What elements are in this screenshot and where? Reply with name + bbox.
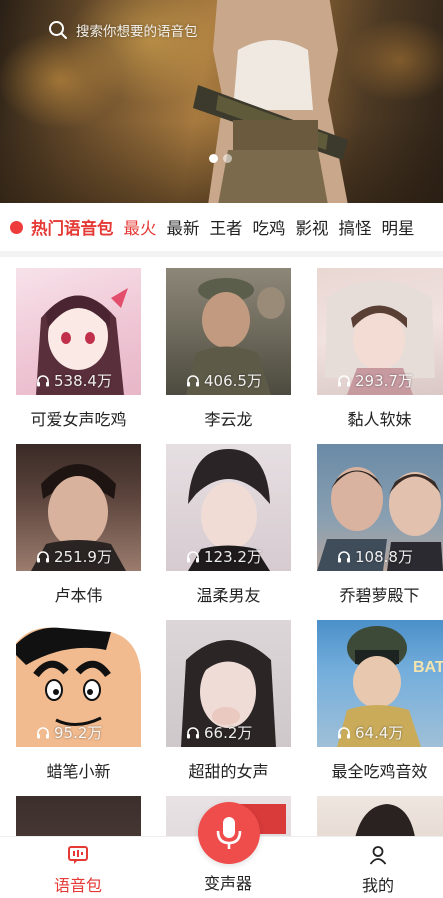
banner-character-image bbox=[193, 0, 348, 203]
play-count-value: 95.2万 bbox=[54, 724, 103, 742]
voice-pack-card[interactable]: 538.4万 可爱女声吃鸡 bbox=[16, 268, 141, 430]
carousel-dot bbox=[223, 154, 232, 163]
play-count-value: 123.2万 bbox=[204, 548, 262, 566]
voice-pack-title: 蜡笔小新 bbox=[46, 762, 111, 781]
nav-voice-pack[interactable]: 语音包 bbox=[33, 845, 123, 896]
nav-voice-pack-label: 语音包 bbox=[53, 876, 102, 895]
play-count-value: 406.5万 bbox=[204, 372, 262, 390]
tab-hottest[interactable]: 最火 bbox=[124, 215, 157, 239]
voice-pack-title: 可爱女声吃鸡 bbox=[30, 410, 127, 429]
voice-pack-card[interactable]: 108.8万 乔碧萝殿下 bbox=[317, 444, 443, 606]
headphones-icon bbox=[338, 375, 350, 387]
banner-carousel[interactable]: 搜索你想要的语音包 bbox=[0, 0, 443, 203]
section-divider bbox=[0, 251, 443, 257]
voice-pack-card[interactable]: 251.9万 卢本伟 bbox=[16, 444, 141, 606]
tab-celebrity[interactable]: 明星 bbox=[382, 215, 415, 239]
voice-pack-title: 卢本伟 bbox=[54, 586, 103, 605]
voice-pack-thumbnail: BATT 64.4万 bbox=[317, 620, 443, 747]
person-icon bbox=[369, 846, 387, 865]
headphones-icon bbox=[338, 727, 350, 739]
play-count: 538.4万 bbox=[36, 370, 112, 391]
voice-pack-title: 超甜的女声 bbox=[188, 762, 269, 781]
voice-pack-card[interactable]: BATT 64.4万 最全吃鸡音效 bbox=[317, 620, 443, 782]
voice-pack-card[interactable]: 66.2万 超甜的女声 bbox=[166, 620, 291, 782]
voice-pack-thumbnail: 406.5万 bbox=[166, 268, 291, 395]
play-count: 406.5万 bbox=[186, 370, 262, 391]
play-count: 95.2万 bbox=[36, 722, 102, 743]
svg-text:BATT: BATT bbox=[413, 659, 443, 676]
tab-newest[interactable]: 最新 bbox=[167, 215, 200, 239]
voice-pack-title: 李云龙 bbox=[204, 410, 253, 429]
search-icon bbox=[49, 21, 67, 39]
voice-changer-mic-button[interactable] bbox=[198, 802, 260, 864]
headphones-icon bbox=[187, 375, 199, 387]
voice-pack-thumbnail: 108.8万 bbox=[317, 444, 443, 571]
headphones-icon bbox=[187, 727, 199, 739]
carousel-dot-active bbox=[209, 154, 218, 163]
headphones-icon bbox=[37, 727, 49, 739]
nav-voice-changer[interactable]: 变声器 bbox=[183, 867, 273, 894]
voice-pack-card[interactable]: 406.5万 李云龙 bbox=[166, 268, 291, 430]
voice-pack-thumbnail: 293.7万 bbox=[317, 268, 443, 395]
nav-mine-label: 我的 bbox=[361, 876, 394, 895]
voice-pack-icon bbox=[68, 846, 88, 864]
category-tab-bar: 热门语音包 最火 最新 王者 吃鸡 影视 搞怪 明星 bbox=[0, 203, 443, 251]
play-count: 108.8万 bbox=[337, 546, 413, 567]
play-count: 251.9万 bbox=[36, 546, 112, 567]
headphones-icon bbox=[37, 551, 49, 563]
voice-pack-card[interactable]: 95.2万 蜡笔小新 bbox=[16, 620, 141, 782]
voice-pack-card[interactable]: 293.7万 黏人软妹 bbox=[317, 268, 443, 430]
tab-film[interactable]: 影视 bbox=[296, 215, 329, 239]
hot-voice-packs-label: 热门语音包 bbox=[31, 219, 114, 238]
headphones-icon bbox=[187, 551, 199, 563]
voice-pack-card[interactable]: 123.2万 温柔男友 bbox=[166, 444, 291, 606]
search-bar[interactable]: 搜索你想要的语音包 bbox=[48, 18, 198, 42]
search-placeholder: 搜索你想要的语音包 bbox=[76, 24, 198, 40]
play-count: 123.2万 bbox=[186, 546, 262, 567]
microphone-icon bbox=[216, 817, 242, 849]
tab-honor-of-kings[interactable]: 王者 bbox=[210, 215, 243, 239]
tab-pubg[interactable]: 吃鸡 bbox=[253, 215, 286, 239]
play-count: 293.7万 bbox=[337, 370, 413, 391]
headphones-icon bbox=[338, 551, 350, 563]
carousel-indicator bbox=[209, 154, 232, 163]
play-count-value: 293.7万 bbox=[355, 372, 413, 390]
voice-pack-thumbnail: 538.4万 bbox=[16, 268, 141, 395]
nav-voice-changer-label: 变声器 bbox=[203, 874, 252, 893]
hot-indicator-dot bbox=[10, 220, 23, 234]
play-count-value: 108.8万 bbox=[355, 548, 413, 566]
play-count: 64.4万 bbox=[337, 722, 403, 743]
voice-pack-thumbnail: 251.9万 bbox=[16, 444, 141, 571]
voice-pack-thumbnail: 123.2万 bbox=[166, 444, 291, 571]
play-count: 66.2万 bbox=[186, 722, 252, 743]
voice-pack-title: 乔碧萝殿下 bbox=[339, 586, 420, 605]
voice-pack-thumbnail: 95.2万 bbox=[16, 620, 141, 747]
play-count-value: 64.4万 bbox=[355, 724, 404, 742]
headphones-icon bbox=[37, 375, 49, 387]
tab-funny[interactable]: 搞怪 bbox=[339, 215, 372, 239]
voice-pack-title: 温柔男友 bbox=[196, 586, 261, 605]
voice-pack-thumbnail: 66.2万 bbox=[166, 620, 291, 747]
play-count-value: 66.2万 bbox=[204, 724, 253, 742]
voice-pack-title: 最全吃鸡音效 bbox=[331, 762, 428, 781]
nav-mine[interactable]: 我的 bbox=[333, 845, 423, 896]
play-count-value: 251.9万 bbox=[54, 548, 112, 566]
voice-pack-title: 黏人软妹 bbox=[347, 410, 412, 429]
play-count-value: 538.4万 bbox=[54, 372, 112, 390]
